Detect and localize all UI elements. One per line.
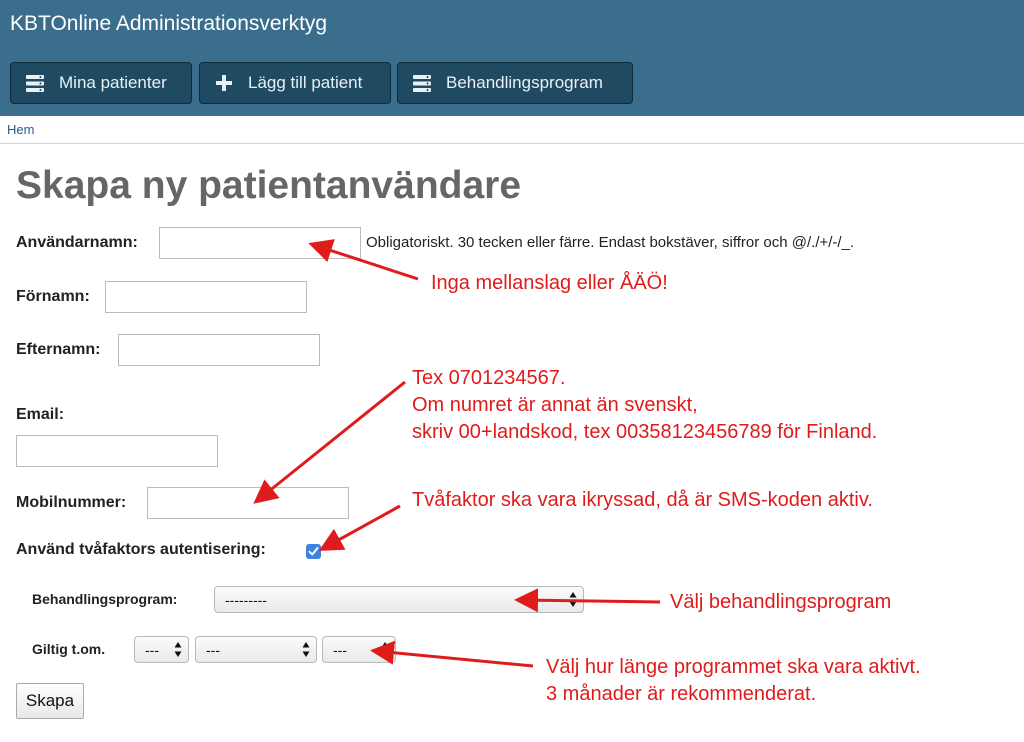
mobile-input[interactable] [147,487,349,519]
annotation-username: Inga mellanslag eller ÅÄÖ! [431,272,668,294]
day-select-value: --- [145,641,159,658]
page-title: Skapa ny patientanvändare [16,164,522,207]
valid-until-year-select[interactable]: --- [322,636,396,663]
arrow-mobile [253,380,406,504]
annotation-mobile-line-3: skriv 00+landskod, tex 00358123456789 fö… [412,421,878,443]
month-select-value: --- [206,641,220,658]
program-select[interactable]: --------- [214,586,584,613]
annotation-mobile-line-2: Om numret är annat än svenskt, [412,394,698,416]
valid-until-label: Giltig t.om. [32,641,106,657]
nav-button-label: Lägg till patient [248,73,363,92]
select-arrows-icon [381,642,389,657]
username-input[interactable] [159,227,361,259]
plus-icon [214,73,234,93]
select-arrows-icon [569,592,577,607]
two-factor-label: Använd tvåfaktors autentisering: [16,541,266,558]
email-label: Email: [16,406,65,423]
breadcrumb-home-link[interactable]: Hem [7,122,34,137]
valid-until-month-select[interactable]: --- [195,636,317,663]
server-list-icon [412,73,432,93]
last-name-label: Efternamn: [16,341,101,358]
mobile-label: Mobilnummer: [16,494,127,511]
breadcrumb: Hem [0,116,1024,144]
nav-button-add-patient[interactable]: Lägg till patient [199,62,391,104]
select-arrows-icon [302,642,310,657]
nav-button-label: Mina patienter [59,73,167,92]
two-factor-checkbox[interactable] [306,544,321,559]
last-name-input[interactable] [118,334,320,366]
annotation-mobile-line-1: Tex 0701234567. [412,367,566,389]
app-header: KBTOnline Administrationsverktyg Mina pa… [0,0,1024,116]
select-arrows-icon [174,642,182,657]
first-name-label: Förnamn: [16,288,90,305]
annotation-valid-line-2: 3 månader är rekommenderat. [546,683,817,705]
valid-until-day-select[interactable]: --- [134,636,189,663]
server-list-icon [25,73,45,93]
app-title: KBTOnline Administrationsverktyg [10,12,328,35]
email-input[interactable] [16,435,218,467]
username-help-text: Obligatoriskt. 30 tecken eller färre. En… [366,234,855,251]
year-select-value: --- [333,641,347,658]
first-name-input[interactable] [105,281,307,313]
nav-button-treatment-programs[interactable]: Behandlingsprogram [397,62,633,104]
annotation-valid-line-1: Välj hur länge programmet ska vara aktiv… [546,656,921,678]
arrow-valid-until [370,640,534,668]
program-select-value: --------- [225,591,267,608]
checkmark-icon [308,547,319,556]
nav-button-label: Behandlingsprogram [446,73,603,92]
annotation-program: Välj behandlingsprogram [670,591,892,613]
annotation-two-factor: Tvåfaktor ska vara ikryssad, då är SMS-k… [412,489,873,511]
submit-button[interactable]: Skapa [16,683,84,719]
program-label: Behandlingsprogram: [32,591,178,607]
username-label: Användarnamn: [16,234,138,251]
nav-button-my-patients[interactable]: Mina patienter [10,62,192,104]
